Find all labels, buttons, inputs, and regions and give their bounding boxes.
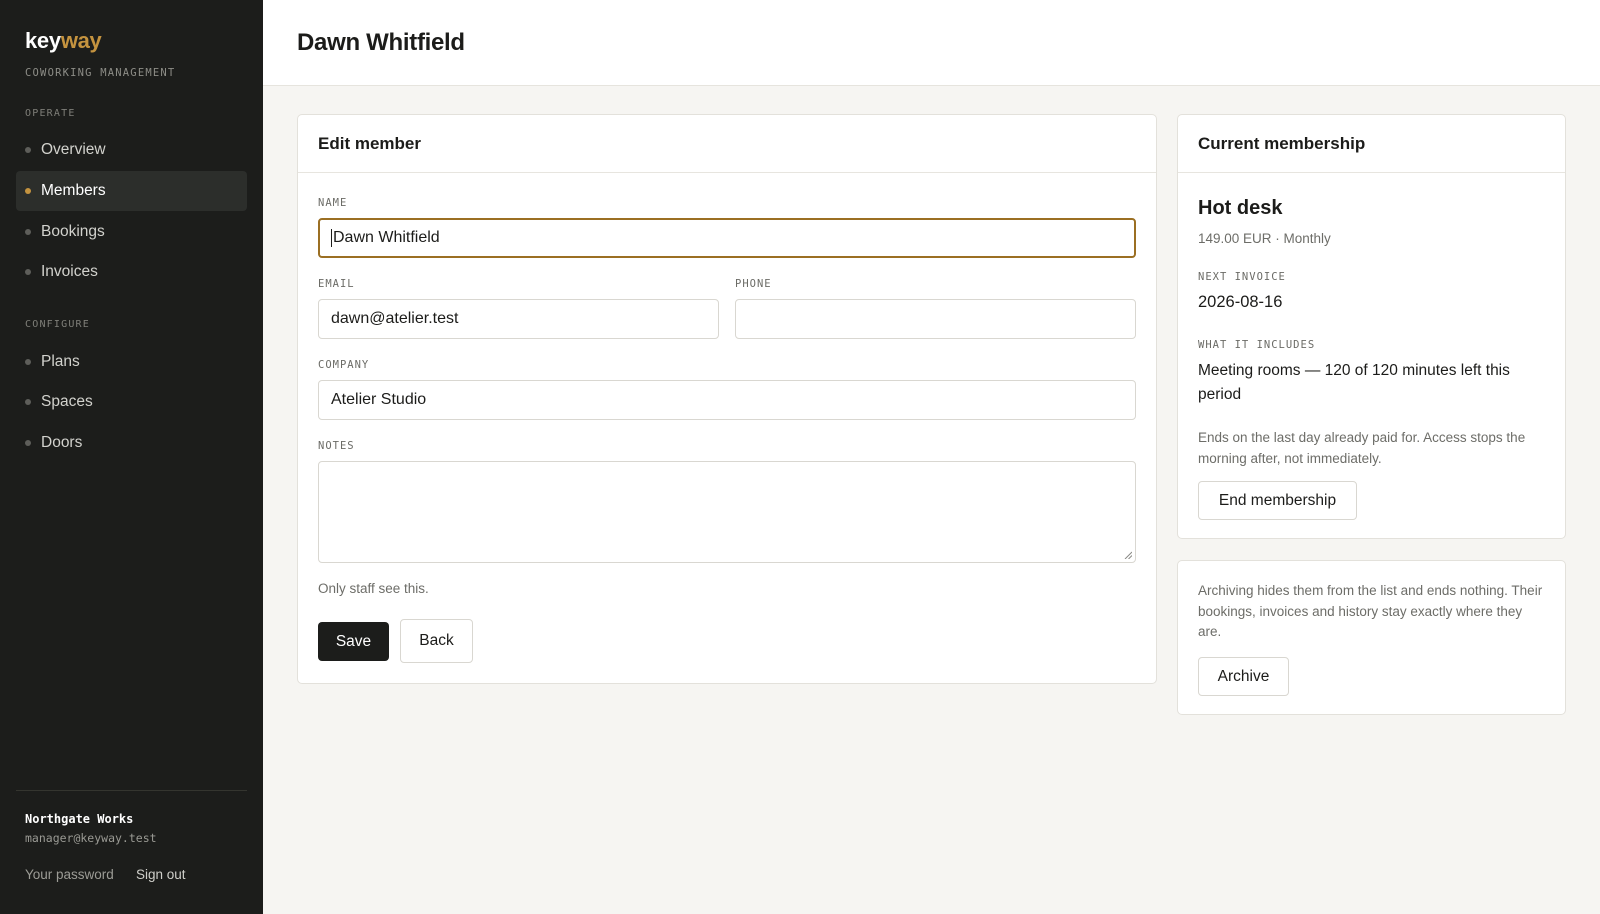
email-value: dawn@atelier.test bbox=[331, 310, 459, 327]
company-label: COMPANY bbox=[318, 359, 370, 371]
sidebar-item-overview[interactable]: Overview bbox=[16, 130, 247, 170]
text-caret bbox=[331, 229, 332, 247]
sidebar-item-doors[interactable]: Doors bbox=[16, 423, 247, 463]
plan-name: Hot desk bbox=[1198, 197, 1283, 219]
plan-price: 149.00 EUR · Monthly bbox=[1198, 231, 1331, 246]
page-title: Dawn Whitfield bbox=[297, 29, 465, 56]
company-field[interactable]: Atelier Studio bbox=[318, 380, 1136, 420]
includes-label: WHAT IT INCLUDES bbox=[1198, 339, 1316, 351]
current-membership-card: Current membership Hot desk 149.00 EUR ·… bbox=[1177, 114, 1566, 539]
sidebar-item-label: Doors bbox=[41, 434, 83, 451]
phone-field[interactable] bbox=[735, 299, 1136, 339]
sidebar-item-label: Overview bbox=[41, 141, 106, 158]
sidebar-item-label: Invoices bbox=[41, 263, 98, 280]
next-invoice-label: NEXT INVOICE bbox=[1198, 271, 1286, 283]
sidebar-item-label: Members bbox=[41, 182, 106, 199]
company-value: Atelier Studio bbox=[331, 391, 427, 408]
email-label: EMAIL bbox=[318, 278, 355, 290]
notes-hint: Only staff see this. bbox=[318, 581, 429, 596]
archive-button[interactable]: Archive bbox=[1198, 657, 1289, 696]
includes-text: Meeting rooms — 120 of 120 minutes left … bbox=[1198, 362, 1510, 403]
bullet-icon bbox=[25, 147, 31, 153]
notes-textarea[interactable] bbox=[318, 461, 1136, 563]
brand-logo[interactable]: keyway bbox=[25, 28, 102, 54]
archive-note: Archiving hides them from the list and e… bbox=[1198, 583, 1543, 639]
sidebar-item-label: Plans bbox=[41, 353, 80, 370]
phone-label: PHONE bbox=[735, 278, 772, 290]
bullet-icon bbox=[25, 188, 31, 194]
sign-out-link[interactable]: Sign out bbox=[136, 867, 186, 882]
end-membership-button[interactable]: End membership bbox=[1198, 481, 1357, 520]
notes-label: NOTES bbox=[318, 440, 355, 452]
sidebar-divider bbox=[16, 790, 247, 791]
back-button[interactable]: Back bbox=[400, 619, 473, 663]
bullet-icon bbox=[25, 440, 31, 446]
save-button[interactable]: Save bbox=[318, 622, 389, 661]
email-field[interactable]: dawn@atelier.test bbox=[318, 299, 719, 339]
next-invoice-date: 2026-08-16 bbox=[1198, 293, 1283, 311]
bullet-icon bbox=[25, 359, 31, 365]
page-header: Dawn Whitfield bbox=[263, 0, 1600, 86]
bullet-icon bbox=[25, 399, 31, 405]
sidebar: keyway COWORKING MANAGEMENT OPERATE Over… bbox=[0, 0, 263, 914]
name-value: Dawn Whitfield bbox=[333, 229, 440, 246]
membership-heading: Current membership bbox=[1178, 115, 1565, 173]
edit-member-heading: Edit member bbox=[298, 115, 1156, 173]
archive-card: Archiving hides them from the list and e… bbox=[1177, 560, 1566, 715]
sidebar-item-invoices[interactable]: Invoices bbox=[16, 252, 247, 292]
brand-part-way: way bbox=[60, 28, 102, 53]
resize-handle-icon[interactable] bbox=[1124, 551, 1132, 559]
org-name: Northgate Works bbox=[25, 812, 134, 826]
password-link[interactable]: Your password bbox=[25, 867, 114, 882]
sidebar-item-label: Spaces bbox=[41, 393, 93, 410]
name-label: NAME bbox=[318, 197, 348, 209]
bullet-icon bbox=[25, 269, 31, 275]
edit-member-card: Edit member NAME Dawn Whitfield EMAIL da… bbox=[297, 114, 1157, 684]
account-email: manager@keyway.test bbox=[25, 831, 157, 845]
sidebar-item-bookings[interactable]: Bookings bbox=[16, 212, 247, 252]
nav-section-operate: OPERATE bbox=[25, 108, 76, 119]
nav-section-configure: CONFIGURE bbox=[25, 319, 90, 330]
sidebar-item-spaces[interactable]: Spaces bbox=[16, 382, 247, 422]
sidebar-item-label: Bookings bbox=[41, 223, 105, 240]
name-field[interactable]: Dawn Whitfield bbox=[318, 218, 1136, 258]
sidebar-item-members[interactable]: Members bbox=[16, 171, 247, 211]
brand-tagline: COWORKING MANAGEMENT bbox=[25, 67, 176, 79]
brand-part-key: key bbox=[25, 28, 61, 53]
end-membership-note: Ends on the last day already paid for. A… bbox=[1198, 430, 1526, 466]
sidebar-item-plans[interactable]: Plans bbox=[16, 342, 247, 382]
bullet-icon bbox=[25, 229, 31, 235]
